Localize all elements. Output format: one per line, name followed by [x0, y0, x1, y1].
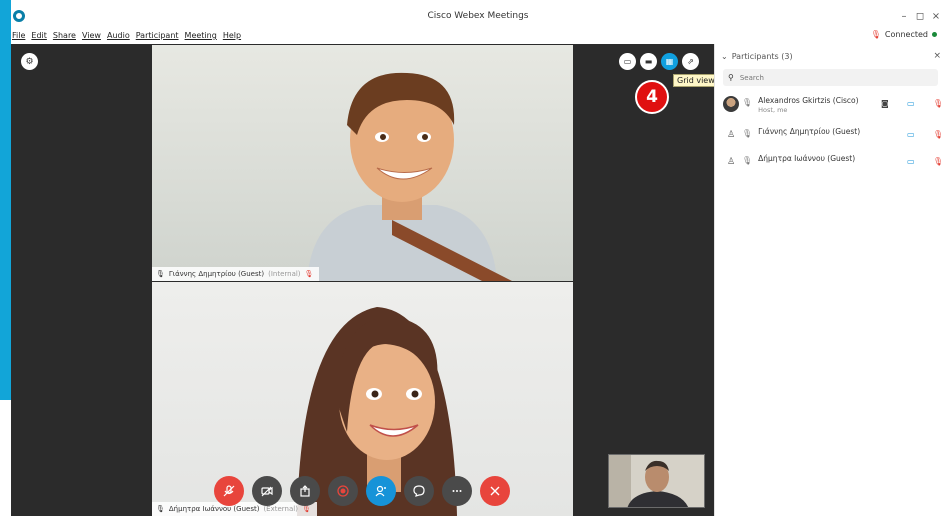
menu-share[interactable]: Share	[53, 28, 76, 44]
gear-icon[interactable]: ⚙	[21, 53, 38, 70]
mic-muted-icon: 🎙	[304, 270, 314, 278]
camera-icon: ▭	[907, 130, 915, 139]
record-icon[interactable]	[328, 476, 358, 506]
mic-icon: 🎙	[742, 98, 753, 107]
menu-audio[interactable]: Audio	[107, 28, 130, 44]
participant-row[interactable]: ♙ 🎙 Γιάννης Δημητρίου (Guest) ▭ 🎙	[723, 127, 945, 143]
video-icon[interactable]	[252, 476, 282, 506]
connection-dot-icon	[932, 32, 937, 37]
tile-name: Γιάννης Δημητρίου (Guest)	[168, 270, 265, 278]
video-tile-1[interactable]: 🎙 Γιάννης Δημητρίου (Guest) (Internal) 🎙	[152, 45, 573, 281]
menu-bar: File Edit Share View Audio Participant M…	[11, 28, 945, 44]
title-bar: Cisco Webex Meetings – ◻ ×	[11, 8, 945, 28]
participant-role: Host, me	[758, 106, 788, 114]
desktop-accent-strip	[0, 0, 11, 400]
leave-icon[interactable]	[480, 476, 510, 506]
menu-file[interactable]: File	[12, 28, 25, 44]
picture-in-picture-icon[interactable]: ▭	[619, 53, 636, 70]
participants-panel: ⌄ Participants (3) × ⚲ 🎙 Alexandros Gkir…	[714, 44, 945, 516]
mic-icon: 🎙	[156, 270, 165, 278]
mute-icon[interactable]	[214, 476, 244, 506]
participants-title: Participants (3)	[731, 52, 793, 61]
video-stage: ⚙ 🎙 Γιάννης Δημητρίου (Guest) (Internal)…	[11, 44, 719, 516]
avatar: ♙	[726, 157, 736, 167]
search-icon: ⚲	[728, 73, 734, 82]
participant-search[interactable]: ⚲	[723, 69, 938, 86]
mic-muted-icon: 🎙	[933, 130, 944, 139]
participant-name: Δήμητρα Ιωάννου (Guest)	[758, 154, 856, 163]
menu-view[interactable]: View	[82, 28, 101, 44]
mic-muted-icon: 🎙	[933, 157, 944, 166]
menu-meeting[interactable]: Meeting	[185, 28, 217, 44]
closed-caption-icon: ◙	[881, 99, 889, 108]
menu-help[interactable]: Help	[223, 28, 241, 44]
mic-muted-icon: 🎙	[933, 99, 944, 108]
tile-name-label: 🎙 Γιάννης Δημητρίου (Guest) (Internal) 🎙	[152, 267, 320, 281]
pop-out-icon[interactable]: ⇗	[682, 53, 699, 70]
connection-status[interactable]: 🎙 Connected	[871, 30, 937, 39]
chevron-down-icon: ⌄	[721, 52, 728, 61]
self-view-person	[609, 455, 704, 507]
male-avatar-illustration	[307, 72, 512, 281]
layout-controls: ▭ ▬ ▦ ⇗	[619, 53, 699, 70]
menu-edit[interactable]: Edit	[31, 28, 47, 44]
connection-label: Connected	[884, 30, 928, 39]
participant-row[interactable]: ♙ 🎙 Δήμητρα Ιωάννου (Guest) ▭ 🎙	[723, 154, 945, 170]
camera-icon: ▭	[907, 157, 915, 166]
participant-row[interactable]: 🎙 Alexandros Gkirtzis (Cisco) Host, me ◙…	[723, 96, 945, 115]
mic-icon: 🎙	[156, 505, 165, 513]
step-number-badge: 4	[635, 80, 669, 114]
close-button[interactable]: ×	[929, 10, 943, 24]
maximize-button[interactable]: ◻	[913, 10, 927, 24]
self-view-video[interactable]	[608, 454, 705, 508]
window-title: Cisco Webex Meetings	[427, 11, 529, 21]
avatar: ♙	[726, 130, 736, 140]
webex-window: Cisco Webex Meetings – ◻ × File Edit Sha…	[0, 0, 945, 516]
chat-icon[interactable]	[404, 476, 434, 506]
mic-icon: 🎙	[742, 156, 753, 165]
share-icon[interactable]	[290, 476, 320, 506]
stage-view-icon[interactable]: ▬	[640, 53, 657, 70]
meeting-controls	[214, 476, 510, 506]
mic-icon: 🎙	[742, 129, 753, 138]
panel-close-icon[interactable]: ×	[933, 51, 941, 61]
search-input[interactable]	[739, 73, 920, 82]
grid-view-icon[interactable]: ▦	[661, 53, 678, 70]
menu-participant[interactable]: Participant	[136, 28, 179, 44]
mic-muted-icon: 🎙	[870, 30, 881, 39]
participants-icon[interactable]	[366, 476, 396, 506]
minimize-button[interactable]: –	[897, 10, 911, 24]
camera-icon: ▭	[907, 99, 915, 108]
avatar	[723, 96, 739, 112]
tile-tag: (Internal)	[268, 270, 301, 278]
more-icon[interactable]	[442, 476, 472, 506]
participant-name: Alexandros Gkirtzis (Cisco)	[758, 96, 859, 105]
participants-header[interactable]: ⌄ Participants (3)	[721, 52, 793, 61]
grid-view-tooltip: Grid view	[673, 74, 719, 87]
participant-name: Γιάννης Δημητρίου (Guest)	[758, 127, 861, 136]
